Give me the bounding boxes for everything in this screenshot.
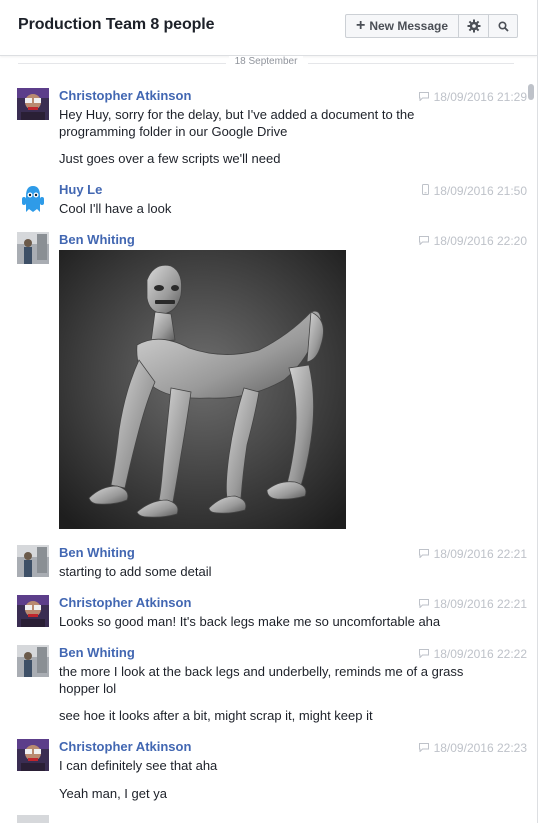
sender-name[interactable]: Christopher Atkinson (59, 88, 191, 103)
message-group: Huy Le 18/09/2016 21:50 Cool I'll have a… (0, 182, 537, 222)
sender-name[interactable]: Ben Whiting (59, 232, 135, 247)
timestamp-label: 18/09/2016 22:20 (433, 234, 527, 248)
message-group: Ben Whiting 18/09/2016 22:22 the more I … (0, 645, 537, 730)
plus-icon: + (355, 17, 366, 34)
message-text: Looks so good man! It's back legs make m… (59, 614, 441, 629)
timestamp-label: 18/09/2016 22:22 (433, 647, 527, 661)
sender-name[interactable]: Ben Whiting (59, 545, 135, 560)
message-text: the more I look at the back legs and und… (59, 664, 464, 696)
message-text: see hoe it looks after a bit, might scra… (59, 708, 373, 723)
message-timestamp: 18/09/2016 22:20 (418, 234, 527, 248)
chat-bubble-icon (418, 547, 429, 561)
sender-name[interactable]: Ben Whiting (59, 645, 135, 660)
message-group: Christopher Atkinson 18/09/2016 22:23 I … (0, 739, 537, 809)
new-message-label: New Message (369, 19, 449, 33)
avatar[interactable] (17, 739, 49, 771)
conversation-title: Production Team 8 people (18, 16, 215, 33)
message-timestamp: 18/09/2016 21:50 (421, 184, 527, 198)
search-icon (497, 20, 509, 32)
timestamp-label: 18/09/2016 22:21 (433, 547, 527, 561)
message-timestamp: 18/09/2016 22:21 (418, 597, 527, 611)
shared-image[interactable] (59, 250, 346, 529)
message-group: Ben Whiting 18/09/2016 22:20 (0, 232, 537, 532)
avatar[interactable] (17, 182, 49, 214)
date-divider: 18 September (18, 56, 514, 70)
sender-name[interactable]: Christopher Atkinson (59, 739, 191, 754)
avatar[interactable] (17, 88, 49, 120)
message-timestamp: 18/09/2016 22:22 (418, 647, 527, 661)
message-text: Hey Huy, sorry for the delay, but I've a… (59, 107, 415, 139)
avatar[interactable] (17, 595, 49, 627)
chat-bubble-icon (418, 90, 429, 104)
sender-name[interactable]: Christopher Atkinson (59, 595, 191, 610)
sender-name[interactable]: Huy Le (59, 182, 102, 197)
timestamp-label: 18/09/2016 21:50 (433, 184, 527, 198)
chat-bubble-icon (418, 741, 429, 755)
timestamp-label: 18/09/2016 21:29 (433, 90, 527, 104)
chat-bubble-icon (418, 597, 429, 611)
message-timestamp: 18/09/2016 22:23 (418, 741, 527, 755)
chat-bubble-icon (418, 647, 429, 661)
message-text: Yeah man, I get ya (59, 786, 167, 801)
conversation-header: Production Team 8 people + New Message (0, 0, 537, 56)
settings-button[interactable] (459, 14, 489, 38)
timestamp-label: 18/09/2016 22:21 (433, 597, 527, 611)
avatar[interactable] (17, 815, 49, 823)
avatar[interactable] (17, 645, 49, 677)
message-group: Christopher Atkinson 18/09/2016 21:29 He… (0, 88, 537, 173)
conversation-panel: Production Team 8 people + New Message 1… (0, 0, 538, 823)
message-text: Just goes over a few scripts we'll need (59, 151, 281, 166)
message-text: Cool I'll have a look (59, 201, 172, 216)
message-timestamp: 18/09/2016 22:21 (418, 547, 527, 561)
mobile-phone-icon (421, 184, 429, 198)
header-actions: + New Message (345, 14, 518, 38)
avatar[interactable] (17, 232, 49, 264)
message-text: I can definitely see that aha (59, 758, 218, 773)
message-group: Christopher Atkinson 18/09/2016 22:21 Lo… (0, 595, 537, 635)
new-message-button[interactable]: + New Message (345, 14, 459, 38)
message-text: starting to add some detail (59, 564, 212, 579)
date-divider-label: 18 September (228, 56, 304, 67)
timestamp-label: 18/09/2016 22:23 (433, 741, 527, 755)
gear-icon (467, 19, 480, 33)
chat-bubble-icon (418, 234, 429, 248)
search-button[interactable] (489, 14, 518, 38)
message-group: Ben Whiting 18/09/2016 22:21 starting to… (0, 545, 537, 585)
message-timestamp: 18/09/2016 21:29 (418, 90, 527, 104)
avatar[interactable] (17, 545, 49, 577)
